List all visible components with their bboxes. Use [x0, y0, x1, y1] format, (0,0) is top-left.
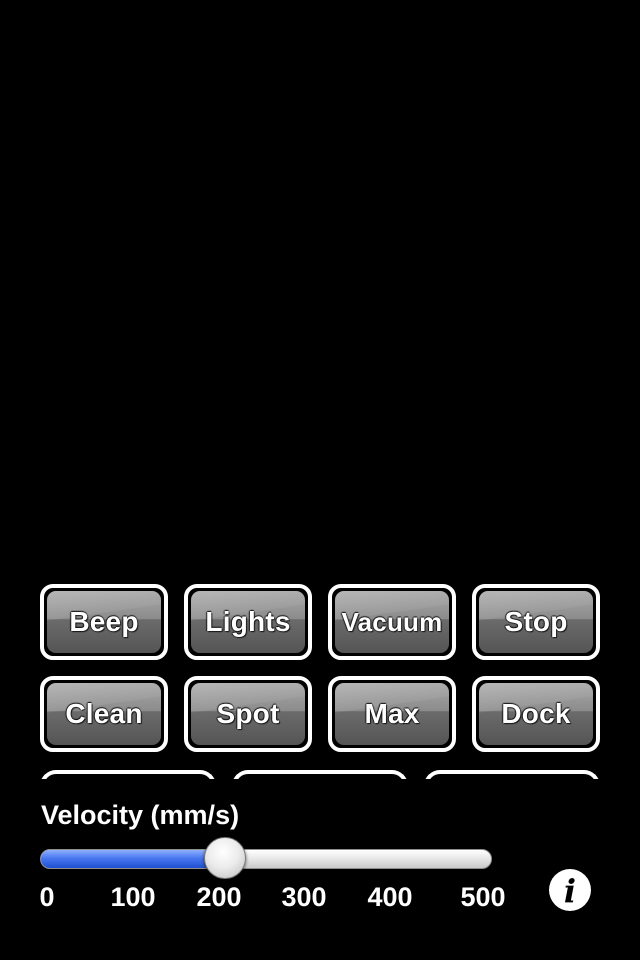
max-button[interactable]: Max	[328, 676, 456, 752]
info-button[interactable]: i	[549, 869, 591, 911]
dock-button-label: Dock	[501, 698, 571, 729]
spot-button-label: Spot	[216, 698, 280, 729]
tick-label-100: 100	[110, 882, 156, 912]
tick-label-0: 0	[39, 882, 55, 912]
stop-button-label: Stop	[504, 606, 568, 637]
beep-button[interactable]: Beep	[40, 584, 168, 660]
tick-label-400: 400	[367, 882, 413, 912]
max-button-label: Max	[364, 698, 420, 729]
partial-button-3[interactable]	[424, 770, 600, 779]
velocity-slider-thumb[interactable]	[204, 837, 246, 879]
tick-label-200: 200	[196, 882, 242, 912]
dock-button[interactable]: Dock	[472, 676, 600, 752]
app-screen: Beep Lights Vacuum Stop Clean Spot Max D…	[0, 0, 640, 960]
clean-button[interactable]: Clean	[40, 676, 168, 752]
vacuum-button[interactable]: Vacuum	[328, 584, 456, 660]
command-button-grid: Beep Lights Vacuum Stop Clean Spot Max D…	[40, 584, 600, 779]
lights-button[interactable]: Lights	[184, 584, 312, 660]
partial-button-1[interactable]	[40, 770, 216, 779]
vacuum-button-label: Vacuum	[341, 606, 443, 637]
stop-button[interactable]: Stop	[472, 584, 600, 660]
velocity-slider-track[interactable]	[40, 849, 492, 869]
tick-label-300: 300	[281, 882, 327, 912]
velocity-label: Velocity (mm/s)	[41, 800, 240, 830]
beep-button-label: Beep	[69, 606, 139, 637]
spot-button[interactable]: Spot	[184, 676, 312, 752]
tick-label-500: 500	[460, 882, 506, 912]
lights-button-label: Lights	[205, 606, 291, 637]
partial-button-2[interactable]	[232, 770, 408, 779]
info-icon: i	[563, 872, 577, 910]
clean-button-label: Clean	[65, 698, 143, 729]
velocity-slider-fill	[41, 850, 226, 868]
